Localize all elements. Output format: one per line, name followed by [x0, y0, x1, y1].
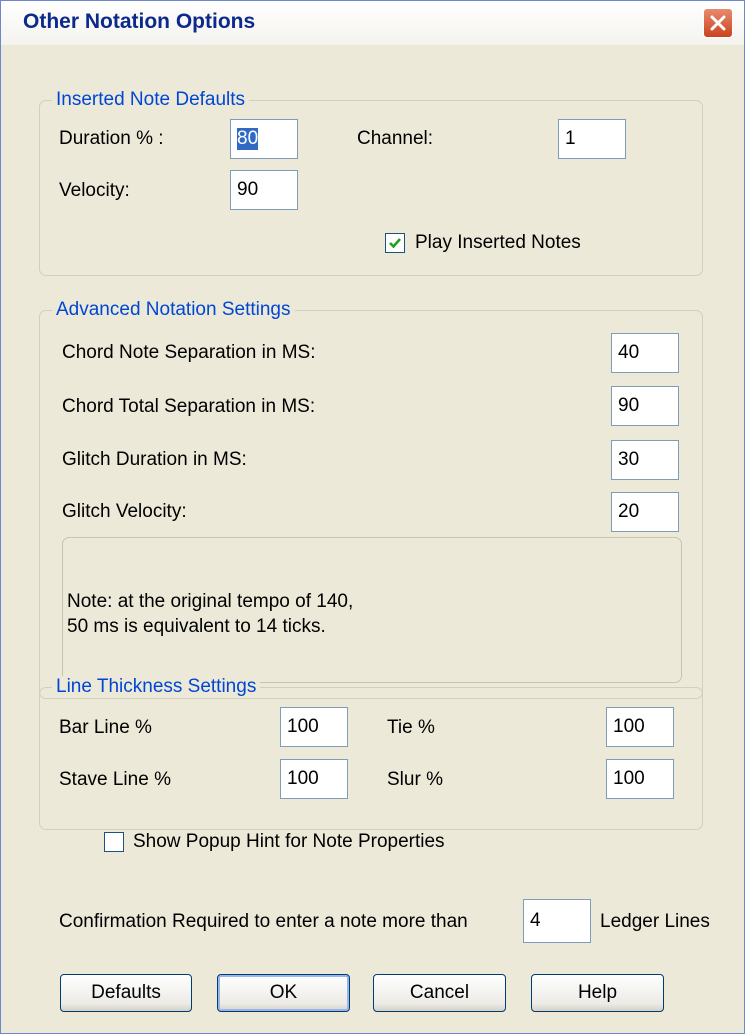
help-button-label: Help [577, 982, 618, 1003]
channel-value: 1 [565, 128, 576, 149]
title-bar[interactable]: Other Notation Options [1, 1, 744, 45]
group-legend: Line Thickness Settings [52, 676, 261, 698]
play-inserted-notes-label[interactable]: Play Inserted Notes [415, 232, 581, 254]
tie-label: Tie % [387, 717, 435, 738]
chord-total-separation-value: 90 [618, 395, 640, 416]
stave-line-field[interactable]: 100 [280, 759, 348, 799]
line-thickness-settings-group: Line Thickness Settings [39, 676, 703, 830]
help-button[interactable]: Help [531, 974, 664, 1012]
glitch-velocity-field[interactable]: 20 [611, 492, 679, 532]
checkmark-icon [389, 238, 401, 249]
cancel-button[interactable]: Cancel [373, 974, 506, 1012]
ledger-lines-field[interactable]: 4 [523, 899, 591, 943]
show-popup-hint-checkbox[interactable] [104, 832, 124, 852]
close-button[interactable] [703, 8, 733, 38]
close-icon [710, 15, 726, 31]
bar-line-field[interactable]: 100 [280, 707, 348, 747]
ok-button[interactable]: OK [217, 974, 350, 1012]
confirmation-suffix: Ledger Lines [600, 911, 710, 932]
group-legend: Inserted Note Defaults [52, 89, 250, 111]
bar-line-label: Bar Line % [59, 717, 152, 738]
defaults-button-label: Defaults [91, 982, 161, 1003]
stave-line-label: Stave Line % [59, 769, 171, 790]
chord-total-separation-field[interactable]: 90 [611, 386, 679, 426]
glitch-velocity-value: 20 [618, 501, 640, 522]
confirmation-prefix: Confirmation Required to enter a note mo… [59, 911, 468, 932]
group-legend: Advanced Notation Settings [52, 299, 295, 321]
stave-line-value: 100 [287, 768, 319, 789]
tie-value: 100 [613, 716, 645, 737]
slur-value: 100 [613, 768, 645, 789]
ok-button-label: OK [269, 982, 298, 1003]
tempo-note-line-2: 50 ms is equivalent to 14 ticks. [67, 616, 326, 637]
tempo-note-line-1: Note: at the original tempo of 140, [67, 591, 354, 612]
ledger-lines-value: 4 [530, 910, 541, 931]
tie-field[interactable]: 100 [606, 707, 674, 747]
show-popup-hint-label[interactable]: Show Popup Hint for Note Properties [133, 831, 445, 853]
chord-note-separation-value: 40 [618, 342, 640, 363]
velocity-label: Velocity: [59, 180, 130, 201]
tempo-note-box: Note: at the original tempo of 140, 50 m… [62, 537, 682, 683]
channel-field[interactable]: 1 [558, 119, 626, 159]
duration-label: Duration % : [59, 128, 164, 149]
dialog-title: Other Notation Options [23, 10, 256, 33]
cancel-button-label: Cancel [409, 982, 470, 1003]
dialog-window: Other Notation Options Inserted Note Def… [0, 0, 745, 1034]
slur-label: Slur % [387, 769, 443, 790]
defaults-button[interactable]: Defaults [60, 974, 192, 1012]
glitch-duration-field[interactable]: 30 [611, 440, 679, 480]
play-inserted-notes-checkbox[interactable] [385, 233, 405, 253]
channel-label: Channel: [357, 128, 434, 149]
velocity-field[interactable]: 90 [230, 170, 298, 210]
glitch-duration-label: Glitch Duration in MS: [62, 449, 247, 470]
slur-field[interactable]: 100 [606, 759, 674, 799]
glitch-duration-value: 30 [618, 449, 640, 470]
chord-total-separation-label: Chord Total Separation in MS: [62, 396, 316, 417]
glitch-velocity-label: Glitch Velocity: [62, 501, 187, 522]
chord-note-separation-field[interactable]: 40 [611, 333, 679, 373]
dialog-body: Inserted Note Defaults Duration % : 80 C… [1, 45, 744, 1033]
duration-field[interactable]: 80 [230, 119, 298, 159]
velocity-value: 90 [237, 179, 259, 200]
chord-note-separation-label: Chord Note Separation in MS: [62, 342, 316, 363]
duration-value: 80 [237, 128, 259, 150]
bar-line-value: 100 [287, 716, 319, 737]
